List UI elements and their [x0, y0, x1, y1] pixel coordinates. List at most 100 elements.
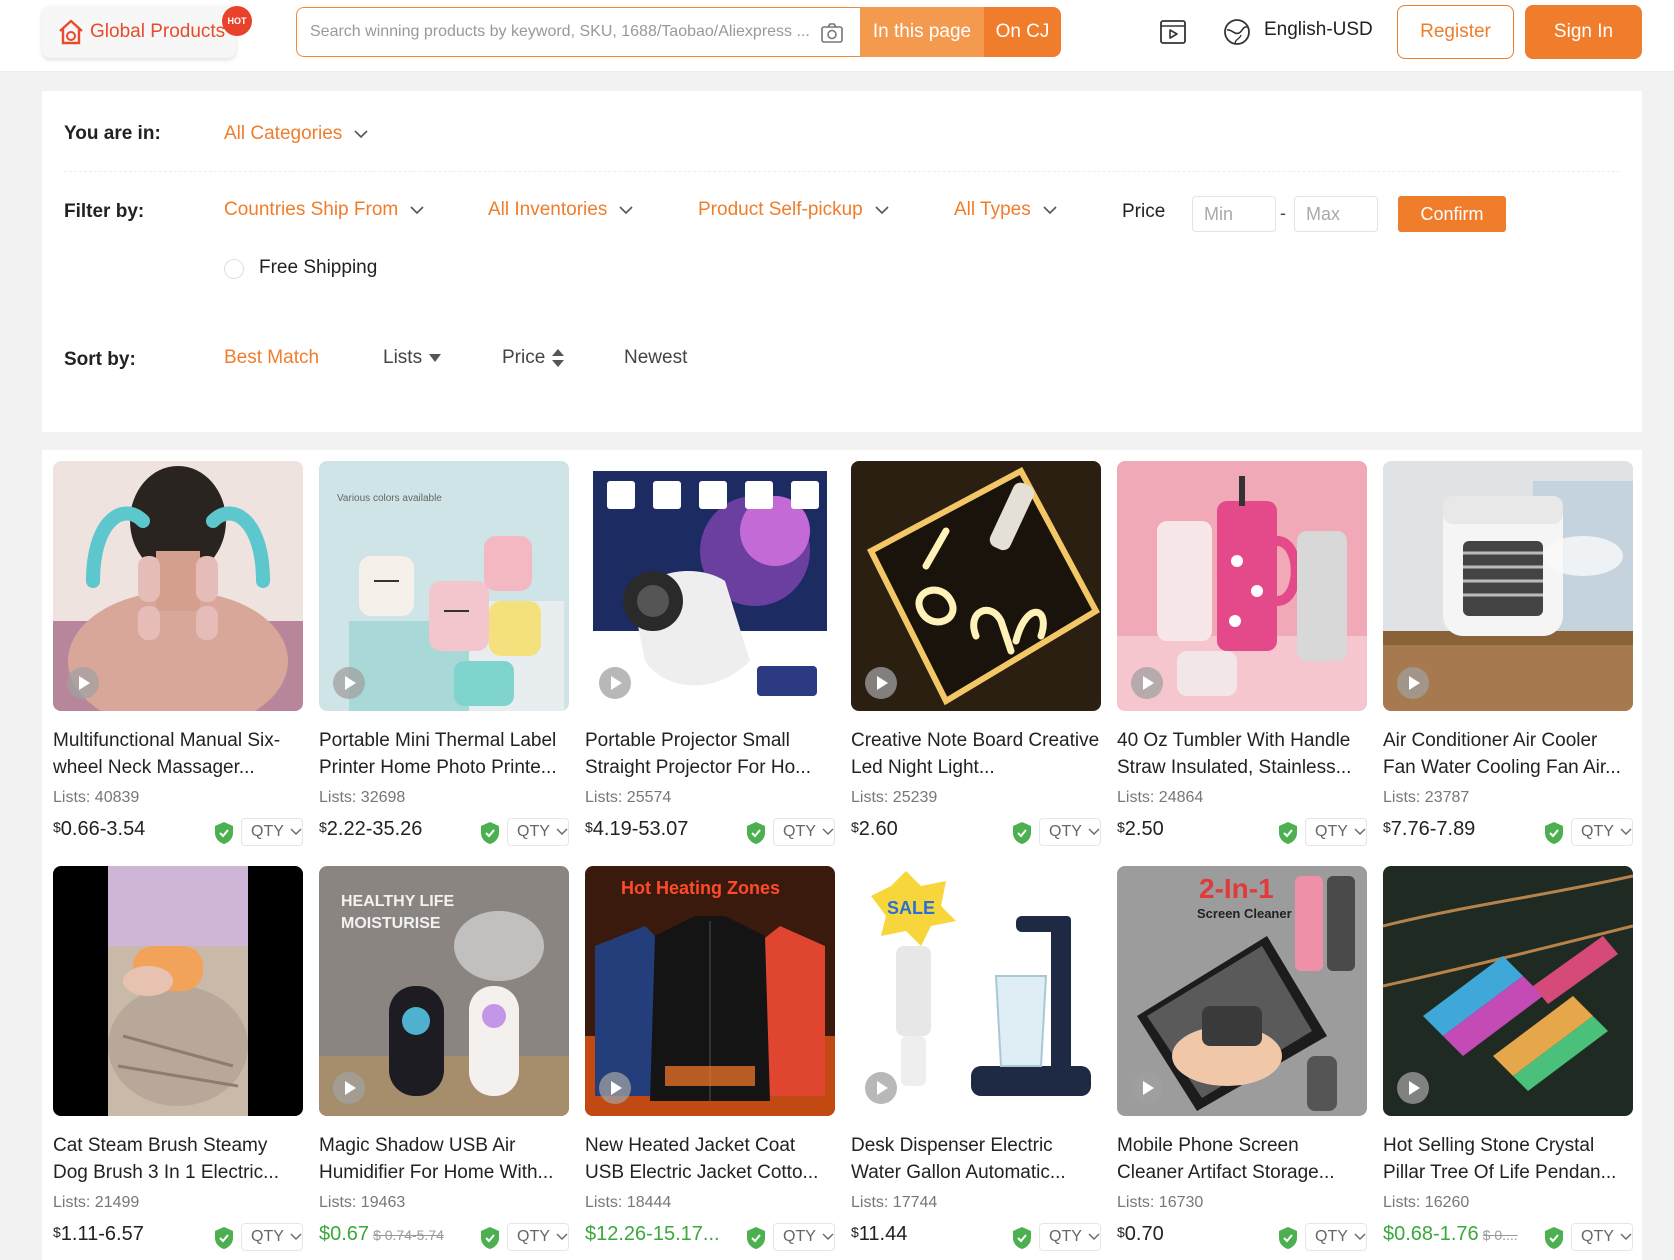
sort-best-match[interactable]: Best Match	[224, 347, 319, 369]
product-card[interactable]: Cat Steam Brush Steamy Dog Brush 3 In 1 …	[53, 866, 303, 1260]
sort-price[interactable]: Price	[502, 347, 565, 369]
qty-dropdown[interactable]: QTY	[1039, 818, 1101, 846]
play-icon[interactable]	[599, 667, 631, 699]
qty-dropdown[interactable]: QTY	[507, 818, 569, 846]
play-icon[interactable]	[1397, 667, 1429, 699]
product-card[interactable]: Air Conditioner Air Cooler Fan Water Coo…	[1383, 461, 1633, 856]
product-title[interactable]: Cat Steam Brush Steamy Dog Brush 3 In 1 …	[53, 1132, 303, 1186]
product-title[interactable]: Desk Dispenser Electric Water Gallon Aut…	[851, 1132, 1101, 1186]
inventories-value: All Inventories	[488, 199, 608, 220]
price-filter-label: Price	[1122, 201, 1166, 222]
currency-symbol: $	[1117, 1224, 1125, 1240]
search-in-page-button[interactable]: In this page	[860, 7, 984, 57]
product-title[interactable]: Magic Shadow USB Air Humidifier For Home…	[319, 1132, 569, 1186]
product-image[interactable]	[851, 461, 1101, 711]
sort-lists[interactable]: Lists	[383, 347, 442, 369]
product-title[interactable]: Air Conditioner Air Cooler Fan Water Coo…	[1383, 727, 1633, 781]
confirm-price-button[interactable]: Confirm	[1398, 196, 1506, 232]
product-title[interactable]: New Heated Jacket Coat USB Electric Jack…	[585, 1132, 835, 1186]
product-title[interactable]: Portable Projector Small Straight Projec…	[585, 727, 835, 781]
verified-shield-icon	[1545, 1227, 1563, 1249]
qty-dropdown[interactable]: QTY	[1571, 818, 1633, 846]
search-on-cj-button[interactable]: On CJ	[984, 7, 1061, 57]
play-icon[interactable]	[1397, 1072, 1429, 1104]
product-title[interactable]: Creative Note Board Creative Led Night L…	[851, 727, 1101, 781]
free-shipping-radio[interactable]	[224, 259, 244, 279]
price-min-input[interactable]	[1192, 196, 1276, 232]
product-title[interactable]: Hot Selling Stone Crystal Pillar Tree Of…	[1383, 1132, 1633, 1186]
price-max-input[interactable]	[1294, 196, 1378, 232]
play-icon[interactable]	[1131, 1072, 1163, 1104]
qty-dropdown[interactable]: QTY	[1571, 1223, 1633, 1251]
language-selector[interactable]: English-USD	[1264, 19, 1373, 41]
sign-in-button[interactable]: Sign In	[1525, 5, 1642, 59]
qty-label: QTY	[1315, 823, 1348, 840]
product-card[interactable]: Creative Note Board Creative Led Night L…	[851, 461, 1101, 856]
product-card[interactable]: HEALTHY LIFE MOISTURISE Magic Shadow USB…	[319, 866, 569, 1260]
product-price: $1.11-6.57	[53, 1223, 144, 1246]
currency-symbol: $	[1117, 819, 1125, 835]
product-card[interactable]: Portable Projector Small Straight Projec…	[585, 461, 835, 856]
product-image[interactable]: 2-In-1 Screen Cleaner	[1117, 866, 1367, 1116]
price-value: 11.44	[858, 1223, 908, 1245]
video-icon[interactable]	[1158, 17, 1188, 47]
product-image[interactable]	[1117, 461, 1367, 711]
play-icon[interactable]	[67, 667, 99, 699]
product-title[interactable]: Portable Mini Thermal Label Printer Home…	[319, 727, 569, 781]
qty-dropdown[interactable]: QTY	[1305, 1223, 1367, 1251]
product-title[interactable]: 40 Oz Tumbler With Handle Straw Insulate…	[1117, 727, 1367, 781]
price-value: 2.60	[858, 818, 898, 840]
search-input[interactable]	[310, 23, 820, 41]
camera-icon[interactable]	[820, 21, 844, 45]
play-icon[interactable]	[865, 1072, 897, 1104]
divider	[64, 171, 1620, 172]
sort-newest[interactable]: Newest	[624, 347, 687, 369]
product-price: $7.76-7.89	[1383, 818, 1475, 841]
play-icon[interactable]	[599, 1072, 631, 1104]
product-card[interactable]: 2-In-1 Screen Cleaner Mobile Phone Scree…	[1117, 866, 1367, 1260]
currency-symbol: $	[53, 1224, 61, 1240]
play-icon[interactable]	[1131, 667, 1163, 699]
register-button[interactable]: Register	[1397, 5, 1514, 59]
product-card[interactable]: Hot Heating Zones New Heated Jacket Coat…	[585, 866, 835, 1260]
globe-icon[interactable]	[1222, 17, 1252, 47]
category-dropdown[interactable]: All Categories	[224, 123, 368, 145]
qty-label: QTY	[251, 1228, 284, 1245]
product-image[interactable]	[1383, 866, 1633, 1116]
product-card[interactable]: Hot Selling Stone Crystal Pillar Tree Of…	[1383, 866, 1633, 1260]
product-image[interactable]: HEALTHY LIFE MOISTURISE	[319, 866, 569, 1116]
product-image[interactable]: SALE	[851, 866, 1101, 1116]
price-value: 0.70	[1124, 1223, 1164, 1245]
product-title[interactable]: Multifunctional Manual Six-wheel Neck Ma…	[53, 727, 303, 781]
product-image[interactable]	[53, 866, 303, 1116]
inventories-dropdown[interactable]: All Inventories	[488, 199, 633, 221]
play-icon[interactable]	[333, 1072, 365, 1104]
product-card[interactable]: 40 Oz Tumbler With Handle Straw Insulate…	[1117, 461, 1367, 856]
qty-dropdown[interactable]: QTY	[773, 818, 835, 846]
ship-from-dropdown[interactable]: Countries Ship From	[224, 199, 424, 221]
types-dropdown[interactable]: All Types	[954, 199, 1057, 221]
global-products-button[interactable]: Global Products	[42, 6, 236, 58]
qty-label: QTY	[783, 823, 816, 840]
product-image[interactable]: Various colors available	[319, 461, 569, 711]
product-card[interactable]: Various colors available Portable Mini T…	[319, 461, 569, 856]
chevron-down-icon	[1620, 828, 1632, 835]
product-card[interactable]: Multifunctional Manual Six-wheel Neck Ma…	[53, 461, 303, 856]
self-pickup-dropdown[interactable]: Product Self-pickup	[698, 199, 889, 221]
product-title[interactable]: Mobile Phone Screen Cleaner Artifact Sto…	[1117, 1132, 1367, 1186]
product-lists-count: Lists: 23787	[1383, 789, 1470, 806]
product-card[interactable]: SALE Desk Dispenser Electric Water Gallo…	[851, 866, 1101, 1260]
product-image[interactable]	[53, 461, 303, 711]
free-shipping-label[interactable]: Free Shipping	[259, 257, 377, 279]
product-image[interactable]	[1383, 461, 1633, 711]
qty-dropdown[interactable]: QTY	[773, 1223, 835, 1251]
product-image[interactable]	[585, 461, 835, 711]
qty-dropdown[interactable]: QTY	[241, 818, 303, 846]
play-icon[interactable]	[865, 667, 897, 699]
product-image[interactable]: Hot Heating Zones	[585, 866, 835, 1116]
qty-dropdown[interactable]: QTY	[507, 1223, 569, 1251]
qty-dropdown[interactable]: QTY	[241, 1223, 303, 1251]
play-icon[interactable]	[333, 667, 365, 699]
qty-dropdown[interactable]: QTY	[1039, 1223, 1101, 1251]
qty-dropdown[interactable]: QTY	[1305, 818, 1367, 846]
